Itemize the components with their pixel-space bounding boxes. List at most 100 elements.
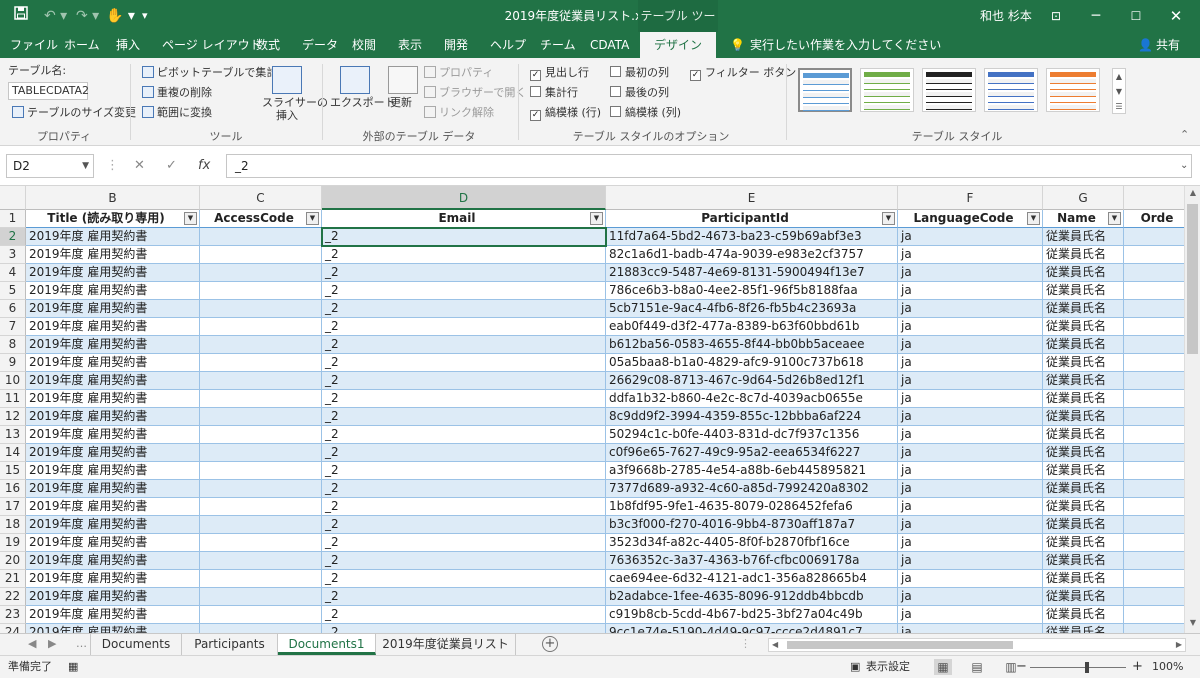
zoom-slider-thumb[interactable] [1085,662,1089,673]
page-layout-view-icon[interactable]: ▤ [968,659,986,675]
table-cell[interactable] [1124,588,1184,606]
name-box[interactable]: D2 ▼ [6,154,94,178]
table-cell[interactable] [1124,282,1184,300]
table-cell[interactable]: 従業員氏名 [1043,552,1124,570]
table-cell[interactable]: 7636352c-3a37-4363-b76f-cfbc0069178a [606,552,898,570]
table-cell[interactable]: 2019年度 雇用契約書 [26,354,200,372]
table-cell[interactable]: 従業員氏名 [1043,534,1124,552]
table-cell[interactable]: 2019年度 雇用契約書 [26,606,200,624]
table-cell[interactable]: 2019年度 雇用契約書 [26,534,200,552]
table-header-cell[interactable]: LanguageCode [898,210,1043,228]
macro-record-icon[interactable]: ▦ [68,656,78,678]
table-cell[interactable] [200,606,322,624]
table-cell[interactable] [200,462,322,480]
column-header[interactable]: E [606,186,898,210]
close-button[interactable]: ✕ [1156,0,1196,32]
convert-to-range-button[interactable]: 範囲に変換 [142,106,212,120]
table-cell[interactable] [1124,354,1184,372]
table-cell[interactable] [1124,318,1184,336]
table-cell[interactable]: ja [898,408,1043,426]
filter-dropdown-icon[interactable]: ▼ [590,212,603,225]
share-button[interactable]: 共有 [1156,32,1180,58]
slicer-icon[interactable] [272,66,302,94]
table-cell[interactable]: 26629c08-8713-467c-9d64-5d26b8ed12f1 [606,372,898,390]
table-cell[interactable]: 2019年度 雇用契約書 [26,516,200,534]
column-header[interactable]: G [1043,186,1124,210]
table-cell[interactable]: ja [898,624,1043,633]
table-cell[interactable]: ja [898,462,1043,480]
sheet-tab-documents1[interactable]: Documents1 [278,634,376,655]
table-cell[interactable]: 2019年度 雇用契約書 [26,246,200,264]
table-cell[interactable]: 50294c1c-b0fe-4403-831d-dc7f937c1356 [606,426,898,444]
table-cell[interactable]: _2 [322,264,606,282]
tab-formulas[interactable]: 数式 [256,32,280,58]
table-cell[interactable]: ja [898,606,1043,624]
table-cell[interactable]: 5cb7151e-9ac4-4fb6-8f26-fb5b4c23693a [606,300,898,318]
zoom-slider[interactable] [1030,667,1126,668]
row-header[interactable]: 24 [0,624,26,633]
next-sheet-icon[interactable]: ▶ [48,634,56,654]
table-cell[interactable]: 2019年度 雇用契約書 [26,426,200,444]
table-cell[interactable]: ja [898,390,1043,408]
tab-cdata[interactable]: CDATA [590,32,629,58]
row-header[interactable]: 18 [0,516,26,534]
table-cell[interactable]: _2 [322,534,606,552]
table-cell[interactable]: c0f96e65-7627-49c9-95a2-eea6534f6227 [606,444,898,462]
table-cell[interactable] [1124,426,1184,444]
unlink-button[interactable]: リンク解除 [424,106,494,120]
table-style-swatch[interactable] [798,68,852,112]
table-cell[interactable]: 2019年度 雇用契約書 [26,282,200,300]
ribbon-display-icon[interactable]: ⊡ [1036,0,1076,32]
filter-dropdown-icon[interactable]: ▼ [1027,212,1040,225]
table-cell[interactable] [1124,300,1184,318]
table-cell[interactable]: 従業員氏名 [1043,282,1124,300]
table-cell[interactable]: _2 [322,408,606,426]
resize-table-button[interactable]: テーブルのサイズ変更 [12,106,136,120]
scroll-up-icon[interactable]: ▲ [1185,188,1200,197]
table-cell[interactable]: 2019年度 雇用契約書 [26,318,200,336]
table-cell[interactable]: 2019年度 雇用契約書 [26,372,200,390]
table-cell[interactable] [200,498,322,516]
table-cell[interactable]: b612ba56-0583-4655-8f44-bb0bb5aceaee [606,336,898,354]
more-sheets-icon[interactable]: … [76,634,87,654]
table-cell[interactable]: _2 [322,516,606,534]
banded-columns-checkbox[interactable]: 縞模様 (列) [610,106,681,120]
table-cell[interactable] [1124,246,1184,264]
table-cell[interactable] [200,570,322,588]
table-cell[interactable]: 2019年度 雇用契約書 [26,228,200,246]
open-in-browser-button[interactable]: ブラウザーで開く [424,86,526,100]
table-cell[interactable] [1124,390,1184,408]
zoom-out-icon[interactable]: − [1016,656,1027,678]
vertical-scroll-thumb[interactable] [1187,204,1198,354]
expand-formula-icon[interactable]: ⌄ [1180,154,1188,178]
sheet-tab-participants[interactable]: Participants [182,634,278,655]
select-all-corner[interactable] [0,186,26,210]
tab-page-layout[interactable]: ページ レイアウト [162,32,262,58]
first-column-checkbox[interactable]: 最初の列 [610,66,669,80]
table-cell[interactable]: 従業員氏名 [1043,498,1124,516]
table-cell[interactable] [200,480,322,498]
table-cell[interactable]: 2019年度 雇用契約書 [26,498,200,516]
table-cell[interactable] [200,426,322,444]
table-header-cell[interactable]: Orde [1124,210,1184,228]
table-cell[interactable]: ja [898,354,1043,372]
minimize-button[interactable]: ─ [1076,0,1116,32]
table-cell[interactable] [200,228,322,246]
table-cell[interactable] [1124,516,1184,534]
row-header[interactable]: 21 [0,570,26,588]
table-header-cell[interactable]: Email [322,210,606,228]
table-cell[interactable]: 11fd7a64-5bd2-4673-ba23-c59b69abf3e3 [606,228,898,246]
row-header[interactable]: 17 [0,498,26,516]
table-cell[interactable]: b3c3f000-f270-4016-9bb4-8730aff187a7 [606,516,898,534]
table-cell[interactable]: ja [898,282,1043,300]
table-cell[interactable] [200,552,322,570]
column-header[interactable]: F [898,186,1043,210]
table-cell[interactable]: cae694ee-6d32-4121-adc1-356a828665b4 [606,570,898,588]
table-cell[interactable] [200,444,322,462]
row-header[interactable]: 12 [0,408,26,426]
table-name-input[interactable]: TABLECDATA2 [8,82,89,100]
table-style-swatch[interactable] [984,68,1038,112]
column-header[interactable]: B [26,186,200,210]
table-cell[interactable]: ja [898,228,1043,246]
table-cell[interactable]: ja [898,552,1043,570]
